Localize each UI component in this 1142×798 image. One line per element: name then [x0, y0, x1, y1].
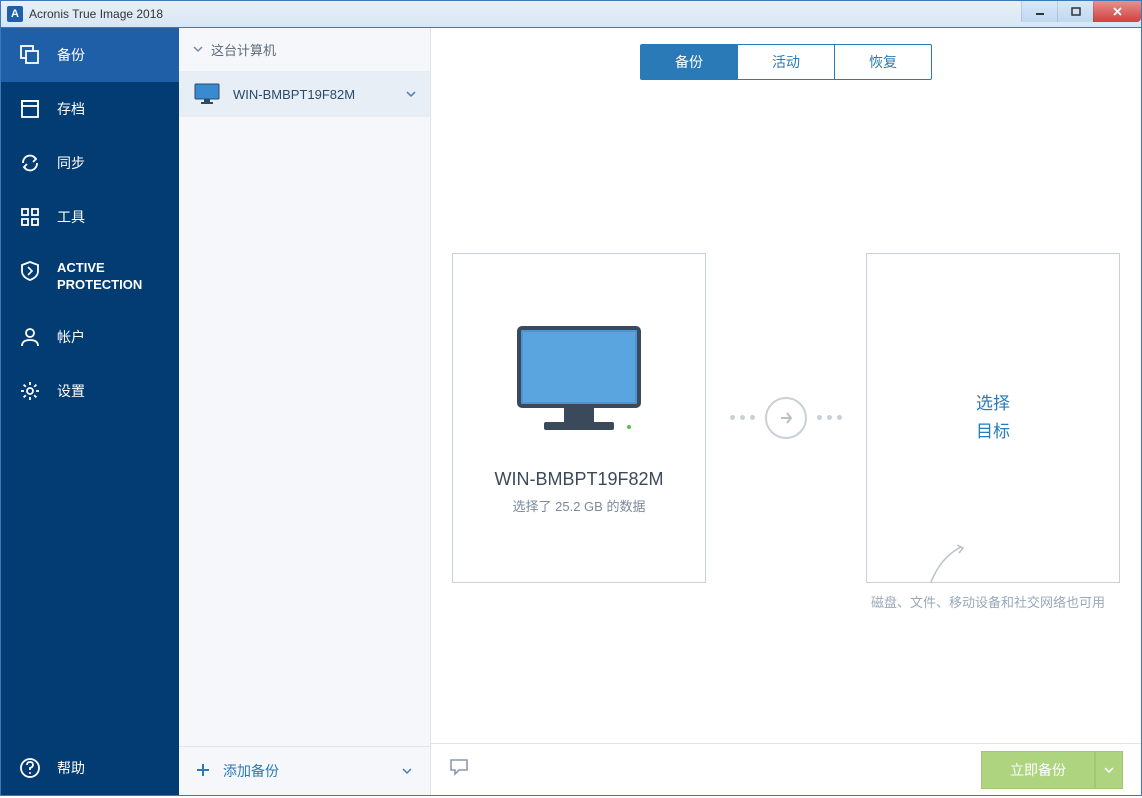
sync-icon	[19, 152, 41, 174]
hint-arrow-icon	[921, 542, 971, 592]
chevron-down-icon[interactable]	[406, 87, 416, 102]
chevron-down-icon	[193, 42, 203, 57]
nav-tools[interactable]: 工具	[1, 190, 179, 244]
backup-list-panel: 这台计算机 WIN-BMBPT19F82M 添加备份	[179, 28, 431, 795]
help-icon	[19, 757, 41, 779]
shield-icon	[19, 260, 41, 282]
nav-label: ACTIVE PROTECTION	[57, 260, 161, 294]
backup-now-dropdown[interactable]	[1095, 751, 1123, 789]
destination-label: 选择 目标	[976, 390, 1010, 444]
nav-label: 存档	[57, 99, 85, 119]
arrow-right-icon	[765, 397, 807, 439]
nav-label: 设置	[57, 381, 85, 401]
gear-icon	[19, 380, 41, 402]
tools-icon	[19, 206, 41, 228]
source-subtitle: 选择了 25.2 GB 的数据	[513, 496, 646, 515]
minimize-button[interactable]	[1021, 1, 1057, 22]
nav-label: 备份	[57, 45, 85, 65]
nav-backup[interactable]: 备份	[1, 28, 179, 82]
app-icon: A	[7, 6, 23, 22]
tab-recovery[interactable]: 恢复	[835, 45, 931, 79]
flow-arrow	[730, 397, 842, 439]
monitor-icon	[193, 83, 221, 105]
source-title: WIN-BMBPT19F82M	[494, 469, 663, 490]
monitor-large-icon	[509, 320, 649, 445]
nav-account[interactable]: 帐户	[1, 310, 179, 364]
destination-card[interactable]: 选择 目标	[866, 253, 1120, 583]
plus-icon	[195, 762, 211, 781]
add-backup-label: 添加备份	[223, 761, 279, 781]
close-button[interactable]	[1093, 1, 1141, 22]
account-icon	[19, 326, 41, 348]
backup-icon	[19, 44, 41, 66]
maximize-button[interactable]	[1057, 1, 1093, 22]
backup-item-label: WIN-BMBPT19F82M	[233, 87, 355, 102]
tab-group: 备份 活动 恢复	[640, 44, 932, 80]
hint-text: 磁盘、文件、移动设备和社交网络也可用	[871, 592, 1105, 611]
nav-label: 帐户	[57, 327, 85, 347]
archive-icon	[19, 98, 41, 120]
nav-sidebar: 备份 存档 同步 工具 ACTIVE PROTECTION 帐户 设置	[1, 28, 179, 795]
main-panel: 备份 活动 恢复 WIN-BMBPT19F82M 选择了 25.2	[431, 28, 1141, 795]
tab-backup[interactable]: 备份	[641, 45, 738, 79]
nav-help[interactable]: 帮助	[1, 741, 179, 795]
backup-list-item[interactable]: WIN-BMBPT19F82M	[179, 71, 430, 117]
tab-activity[interactable]: 活动	[738, 45, 835, 79]
footer-bar: 立即备份	[431, 743, 1141, 795]
nav-sync[interactable]: 同步	[1, 136, 179, 190]
nav-label: 帮助	[57, 758, 85, 778]
nav-active-protection[interactable]: ACTIVE PROTECTION	[1, 244, 179, 310]
nav-archive[interactable]: 存档	[1, 82, 179, 136]
nav-label: 同步	[57, 153, 85, 173]
chevron-down-icon[interactable]	[402, 763, 412, 779]
nav-label: 工具	[57, 207, 85, 227]
list-header[interactable]: 这台计算机	[179, 28, 430, 71]
window-title: Acronis True Image 2018	[29, 7, 163, 21]
comment-button[interactable]	[449, 758, 469, 781]
list-header-label: 这台计算机	[211, 40, 276, 59]
source-card[interactable]: WIN-BMBPT19F82M 选择了 25.2 GB 的数据	[452, 253, 706, 583]
nav-settings[interactable]: 设置	[1, 364, 179, 418]
backup-now-button-group: 立即备份	[981, 751, 1123, 789]
add-backup-button[interactable]: 添加备份	[179, 746, 430, 795]
backup-now-button[interactable]: 立即备份	[981, 751, 1095, 789]
titlebar: A Acronis True Image 2018	[0, 0, 1142, 28]
